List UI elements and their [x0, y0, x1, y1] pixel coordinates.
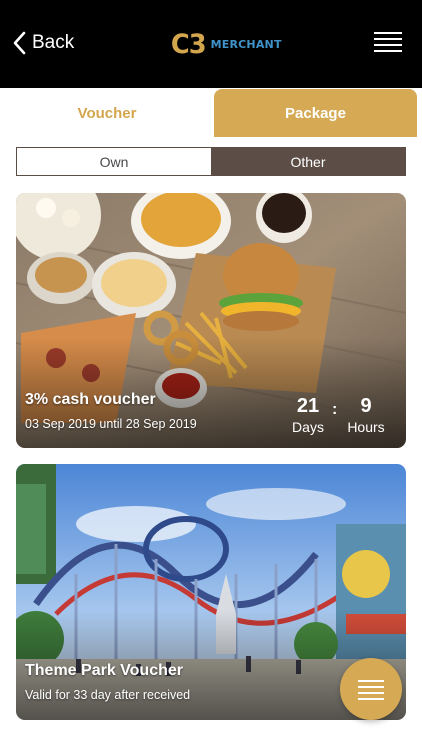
hours-label: Hours	[347, 419, 385, 435]
voucher-title: 3% cash voucher	[25, 391, 156, 408]
back-button[interactable]: Back	[12, 30, 74, 56]
logo-merchant: MERCHANT	[210, 37, 282, 51]
hamburger-menu-icon[interactable]	[374, 32, 402, 54]
fab-menu-icon[interactable]	[340, 658, 402, 720]
segment-other[interactable]: Other	[211, 148, 405, 175]
voucher-card-cash[interactable]: 3% cash voucher 03 Sep 2019 until 28 Sep…	[16, 193, 406, 448]
hours-value: 9	[360, 395, 372, 417]
ownership-segment: Own Other	[16, 147, 406, 176]
back-label: Back	[32, 32, 75, 53]
countdown: 21 Days : 9 Hours	[288, 395, 398, 439]
voucher-validity: 03 Sep 2019 until 28 Sep 2019	[25, 417, 197, 431]
countdown-separator: :	[332, 401, 338, 418]
segment-own[interactable]: Own	[17, 148, 211, 175]
days-label: Days	[292, 419, 324, 435]
chevron-left-icon	[13, 31, 26, 55]
days-value: 21	[296, 395, 320, 417]
app-header: Back C3 MERCHANT	[0, 0, 422, 88]
tab-voucher[interactable]: Voucher	[5, 89, 209, 137]
tab-package[interactable]: Package	[214, 89, 417, 137]
voucher-validity: Valid for 33 day after received	[25, 688, 191, 702]
brand-logo: C3 MERCHANT	[170, 28, 282, 60]
logo-c3: C3	[170, 28, 207, 60]
voucher-title: Theme Park Voucher	[25, 662, 183, 679]
